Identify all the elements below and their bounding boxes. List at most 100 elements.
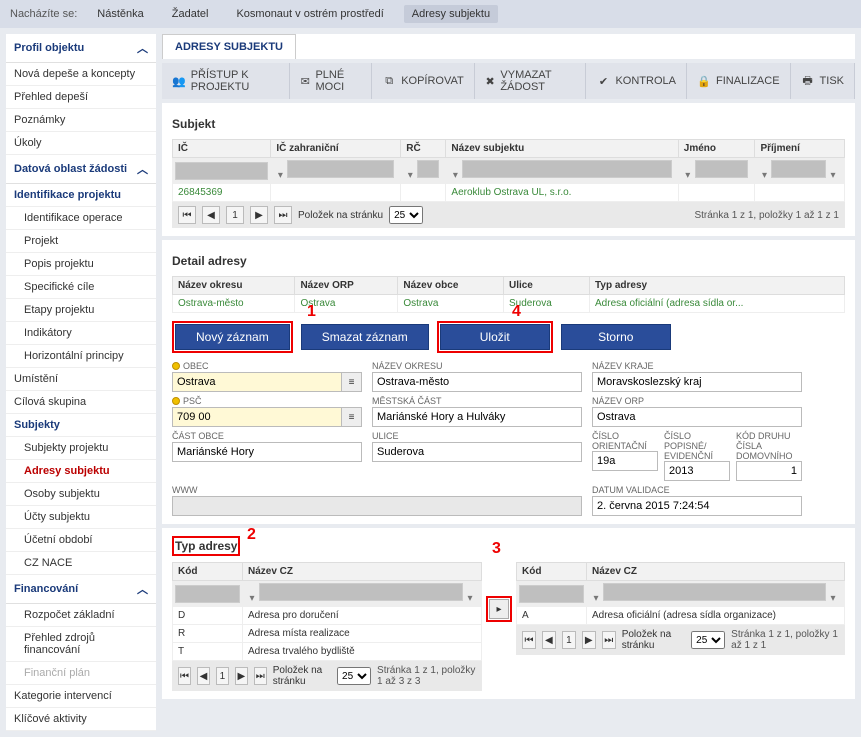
col-obce[interactable]: Název obce	[398, 277, 504, 295]
datum-input[interactable]	[592, 496, 802, 516]
sidebar-item-kategorie[interactable]: Kategorie intervencí	[6, 685, 156, 708]
sidebar-section-profil[interactable]: Profil objektu︿	[6, 34, 156, 63]
funnel-icon[interactable]: ▾	[589, 593, 603, 604]
ulozit-button[interactable]: Uložit	[440, 324, 550, 350]
kod-druhu-input[interactable]	[736, 461, 802, 481]
pager-next[interactable]: ▶	[582, 631, 596, 649]
sidebar-item-popis[interactable]: Popis projektu	[6, 253, 156, 276]
pager-last[interactable]: ⏭	[274, 206, 292, 224]
cislo-popisne-input[interactable]	[664, 461, 730, 481]
table-row[interactable]: AAdresa oficiální (adresa sídla organiza…	[517, 607, 845, 625]
col-ulice[interactable]: Ulice	[503, 277, 589, 295]
col-ic[interactable]: IČ	[173, 140, 271, 158]
sidebar-item-umisteni[interactable]: Umístění	[6, 368, 156, 391]
sidebar-item-adresy-subjektu[interactable]: Adresy subjektu	[6, 460, 156, 483]
sidebar-item-ukoly[interactable]: Úkoly	[6, 132, 156, 155]
funnel-icon[interactable]: ▾	[403, 170, 417, 181]
ulice-input[interactable]	[372, 442, 582, 462]
funnel-icon[interactable]: ▾	[826, 593, 840, 604]
sidebar-item-klicove[interactable]: Klíčové aktivity	[6, 708, 156, 731]
toolbar-plne-moci[interactable]: ✉PLNÉ MOCI	[290, 63, 372, 99]
col-okres[interactable]: Název okresu	[173, 277, 295, 295]
table-row[interactable]: 26845369 Aeroklub Ostrava UL, s.r.o.	[173, 184, 845, 202]
funnel-icon[interactable]: ▾	[273, 170, 287, 181]
tab-adresy-subjektu[interactable]: ADRESY SUBJEKTU	[162, 34, 296, 59]
orp-input[interactable]	[592, 407, 802, 427]
filter-kod-left[interactable]	[175, 585, 240, 603]
filter-prijmeni[interactable]	[771, 160, 826, 178]
obec-input[interactable]	[172, 372, 342, 392]
sidebar-item-ucetni[interactable]: Účetní období	[6, 529, 156, 552]
toolbar-kopirovat[interactable]: ⧉KOPÍROVAT	[372, 63, 475, 99]
pager-prev[interactable]: ◀	[197, 667, 210, 685]
sidebar-section-financovani[interactable]: Financování︿	[6, 575, 156, 604]
pager-page[interactable]: 1	[562, 631, 576, 649]
toolbar-pristup[interactable]: 👥PŘÍSTUP K PROJEKTU	[162, 63, 290, 99]
pager-next[interactable]: ▶	[250, 206, 268, 224]
okres-input[interactable]	[372, 372, 582, 392]
col-nazev[interactable]: Název CZ	[587, 563, 845, 581]
filter-nazev[interactable]	[462, 160, 671, 178]
funnel-icon[interactable]: ▾	[757, 170, 771, 181]
col-jmeno[interactable]: Jméno	[678, 140, 755, 158]
sidebar-item-ucty[interactable]: Účty subjektu	[6, 506, 156, 529]
funnel-icon[interactable]: ▾	[681, 170, 695, 181]
breadcrumb-item-zadatel[interactable]: Žadatel	[164, 5, 217, 23]
funnel-icon[interactable]: ▾	[826, 170, 840, 181]
col-rc[interactable]: RČ	[401, 140, 446, 158]
lookup-icon[interactable]: ≡	[342, 372, 362, 392]
sidebar-item-poznamky[interactable]: Poznámky	[6, 109, 156, 132]
filter-icz[interactable]	[287, 160, 394, 178]
filter-nazev-left[interactable]	[259, 583, 463, 601]
breadcrumb-item-nastenka[interactable]: Nástěnka	[89, 5, 151, 23]
sidebar-item-horiz[interactable]: Horizontální principy	[6, 345, 156, 368]
breadcrumb-item-adresy[interactable]: Adresy subjektu	[404, 5, 498, 23]
sidebar-item-cilova[interactable]: Cílová skupina	[6, 391, 156, 414]
sidebar-item-indikatory[interactable]: Indikátory	[6, 322, 156, 345]
sidebar-item-financni-plan[interactable]: Finanční plán	[6, 662, 156, 685]
smazat-zaznam-button[interactable]: Smazat záznam	[301, 324, 429, 350]
toolbar-kontrola[interactable]: ✔KONTROLA	[586, 63, 687, 99]
filter-nazev-right[interactable]	[603, 583, 826, 601]
sidebar-item-prehled-depesi[interactable]: Přehled depeší	[6, 86, 156, 109]
sidebar-item-subjekty-projektu[interactable]: Subjekty projektu	[6, 437, 156, 460]
sidebar-item-identifikace[interactable]: Identifikace projektu	[6, 184, 156, 207]
table-row[interactable]: Ostrava-město Ostrava Ostrava Suderova A…	[173, 295, 845, 313]
lookup-icon[interactable]: ≡	[342, 407, 362, 427]
psc-input[interactable]	[172, 407, 342, 427]
sidebar-item-id-operace[interactable]: Identifikace operace	[6, 207, 156, 230]
sidebar-item-etapy[interactable]: Etapy projektu	[6, 299, 156, 322]
pager-next[interactable]: ▶	[235, 667, 248, 685]
filter-rc[interactable]	[417, 160, 439, 178]
pager-first[interactable]: ⏮	[178, 206, 196, 224]
sidebar-item-spec-cile[interactable]: Specifické cíle	[6, 276, 156, 299]
sidebar-item-cznace[interactable]: CZ NACE	[6, 552, 156, 575]
funnel-icon[interactable]: ▾	[448, 170, 462, 181]
table-row[interactable]: DAdresa pro doručení	[173, 607, 482, 625]
table-row[interactable]: TAdresa trvalého bydliště	[173, 643, 482, 661]
col-kod[interactable]: Kód	[173, 563, 243, 581]
col-prijmeni[interactable]: Příjmení	[755, 140, 845, 158]
table-row[interactable]: RAdresa místa realizace	[173, 625, 482, 643]
toolbar-tisk[interactable]: 🖶TISK	[791, 63, 855, 99]
sidebar-item-prehled-zdroju[interactable]: Přehled zdrojů financování	[6, 627, 156, 662]
toolbar-vymazat[interactable]: ✖VYMAZAT ŽÁDOST	[475, 63, 587, 99]
sidebar-item-subjekty[interactable]: Subjekty	[6, 414, 156, 437]
pager-prev[interactable]: ◀	[202, 206, 220, 224]
pager-prev[interactable]: ◀	[542, 631, 556, 649]
pager-first[interactable]: ⏮	[178, 667, 191, 685]
funnel-icon[interactable]: ▾	[245, 593, 259, 604]
pager-pagesize[interactable]: 25	[389, 206, 423, 224]
novy-zaznam-button[interactable]: Nový záznam	[175, 324, 290, 350]
sidebar-item-depese[interactable]: Nová depeše a koncepty	[6, 63, 156, 86]
col-typ[interactable]: Typ adresy	[590, 277, 845, 295]
pager-last[interactable]: ⏭	[602, 631, 616, 649]
filter-kod-right[interactable]	[519, 585, 584, 603]
sidebar-item-projekt[interactable]: Projekt	[6, 230, 156, 253]
filter-jmeno[interactable]	[695, 160, 749, 178]
pager-last[interactable]: ⏭	[254, 667, 267, 685]
sidebar-item-osoby[interactable]: Osoby subjektu	[6, 483, 156, 506]
www-input[interactable]	[172, 496, 582, 516]
castobce-input[interactable]	[172, 442, 362, 462]
col-nazev[interactable]: Název CZ	[243, 563, 482, 581]
